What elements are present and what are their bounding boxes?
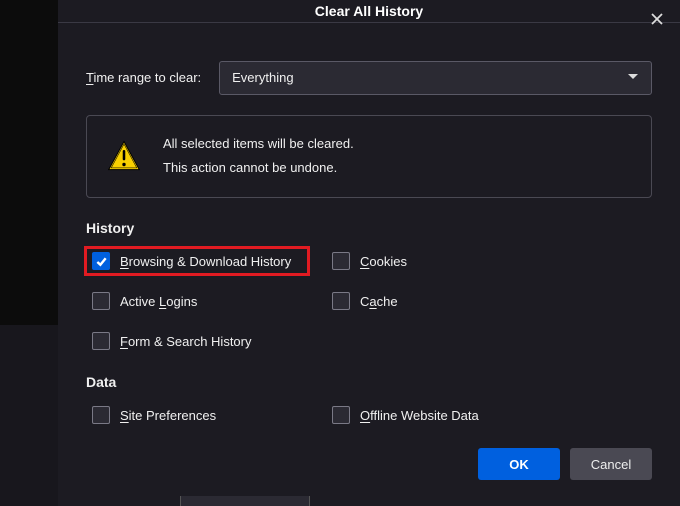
background-panel [0,325,58,506]
checkbox-cache[interactable]: Cache [326,288,652,314]
checkbox-active-logins[interactable]: Active Logins [86,288,326,314]
time-range-select[interactable]: Everything [219,61,652,95]
section-data-title: Data [86,374,652,390]
checkbox-label: Active Logins [120,294,197,309]
checkbox-browsing-history[interactable]: Browsing & Download History [86,248,308,274]
checkbox-label: Site Preferences [120,408,216,423]
data-options-grid: Site Preferences Offline Website Data [86,402,652,428]
checkbox-offline-website-data[interactable]: Offline Website Data [326,402,652,428]
dialog-footer: OK Cancel [58,448,680,506]
background-tab-hint [180,496,310,506]
history-options-grid: Browsing & Download History Cookies Acti… [86,248,652,354]
dialog-body: Time range to clear: Everything All sele… [58,23,680,448]
time-range-value: Everything [232,70,293,85]
time-range-row: Time range to clear: Everything [86,61,652,95]
checkbox-label: Cookies [360,254,407,269]
chevron-down-icon [627,70,639,85]
button-label: OK [509,457,529,472]
checkbox-box [92,292,110,310]
checkbox-form-search-history[interactable]: Form & Search History [86,328,326,354]
button-label: Cancel [591,457,631,472]
checkbox-label: Browsing & Download History [120,254,291,269]
checkbox-label: Offline Website Data [360,408,479,423]
checkbox-box [92,252,110,270]
checkbox-site-preferences[interactable]: Site Preferences [86,402,326,428]
checkbox-cookies[interactable]: Cookies [326,248,652,274]
checkbox-box [92,332,110,350]
checkbox-label: Cache [360,294,398,309]
time-range-label: Time range to clear: [86,70,201,85]
titlebar: Clear All History [58,0,680,23]
ok-button[interactable]: OK [478,448,560,480]
dialog-title: Clear All History [58,3,680,19]
section-history-title: History [86,220,652,236]
cancel-button[interactable]: Cancel [570,448,652,480]
checkbox-box [92,406,110,424]
close-button[interactable] [634,0,680,40]
warning-icon [107,139,141,173]
clear-history-dialog: Clear All History Time range to clear: E… [58,0,680,506]
checkbox-label: Form & Search History [120,334,252,349]
checkbox-box [332,406,350,424]
warning-line-2: This action cannot be undone. [163,156,354,181]
checkbox-box [332,252,350,270]
warning-line-1: All selected items will be cleared. [163,132,354,157]
warning-box: All selected items will be cleared. This… [86,115,652,198]
warning-text: All selected items will be cleared. This… [163,132,354,181]
checkbox-box [332,292,350,310]
close-icon [651,13,663,28]
